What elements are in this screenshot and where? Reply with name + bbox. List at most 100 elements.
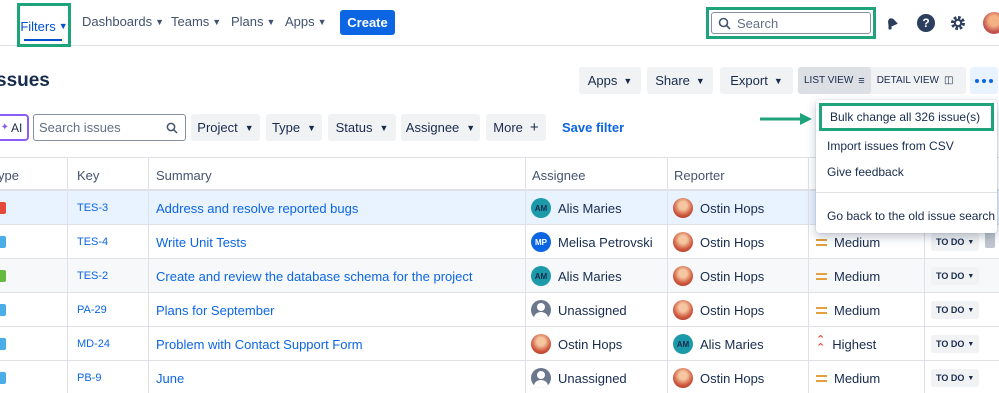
priority-cell: Medium (816, 259, 880, 293)
issue-type-icon (0, 304, 6, 316)
chevron-down-icon: ▼ (967, 306, 975, 314)
more-filters-button[interactable]: More + (486, 114, 546, 141)
issue-summary-link[interactable]: Plans for September (156, 303, 275, 318)
plus-icon: + (529, 119, 539, 136)
save-filter-link[interactable]: Save filter (562, 120, 624, 135)
issue-key-link[interactable]: TES-2 (77, 270, 108, 282)
detail-view-label: DETAIL VIEW (876, 75, 939, 86)
list-view-label: LIST VIEW (804, 75, 854, 86)
column-header-reporter[interactable]: Reporter (674, 168, 725, 183)
status-filter-label: Status (335, 120, 373, 135)
more-actions-menu: Bulk change all 326 issue(s) Import issu… (816, 100, 997, 233)
reporter-name: Ostin Hops (700, 370, 765, 386)
assignee-cell[interactable]: MP Melisa Petrovski (531, 225, 653, 259)
settings-gear-icon[interactable] (947, 12, 969, 34)
issue-type-icon (0, 372, 6, 384)
table-row[interactable]: PA-29 Plans for September Unassigned Ostin … (0, 293, 999, 327)
issue-key-link[interactable]: MD-24 (77, 338, 110, 350)
priority-cell: Medium (816, 361, 880, 393)
status-label: TO DO (936, 305, 965, 315)
global-search-highlight: Search (706, 7, 876, 39)
issue-search-input[interactable]: Search issues (33, 114, 186, 141)
assignee-cell[interactable]: AM Alis Maries (531, 191, 622, 225)
view-toggle: LIST VIEW ≡ DETAIL VIEW ◫ (798, 67, 966, 94)
create-button[interactable]: Create (340, 10, 395, 35)
search-placeholder: Search (737, 15, 779, 31)
share-button[interactable]: Share ▼ (647, 67, 713, 94)
status-dropdown[interactable]: TO DO ▼ (931, 335, 980, 353)
column-divider (525, 157, 526, 393)
type-cell (0, 259, 6, 293)
table-row[interactable]: TES-2 Create and review the database sche… (0, 259, 999, 293)
column-header-assignee[interactable]: Assignee (532, 168, 585, 183)
priority-medium-icon (816, 238, 827, 246)
help-icon[interactable]: ? (915, 12, 937, 34)
priority-label: Medium (834, 234, 881, 250)
assignee-cell[interactable]: Ostin Hops (531, 327, 622, 361)
apps-button[interactable]: Apps ▼ (579, 67, 641, 94)
profile-avatar[interactable] (983, 12, 999, 34)
export-button-label: Export (730, 73, 768, 88)
status-dropdown[interactable]: TO DO ▼ (931, 267, 980, 285)
priority-cell: ⌃ ⌃ Highest (816, 327, 876, 361)
nav-teams[interactable]: Teams ▼ (171, 14, 221, 29)
issue-summary-link[interactable]: Write Unit Tests (156, 235, 247, 250)
assignee-name: Ostin Hops (558, 336, 623, 352)
list-icon: ≡ (858, 74, 865, 87)
issue-key-link[interactable]: PA-29 (77, 304, 107, 316)
assignee-cell[interactable]: AM Alis Maries (531, 259, 622, 293)
priority-label: Highest (832, 336, 877, 352)
nav-dashboards[interactable]: Dashboards ▼ (82, 14, 164, 29)
detail-view-button[interactable]: DETAIL VIEW ◫ (871, 67, 960, 94)
chevron-down-icon: ▼ (967, 238, 975, 246)
assignee-cell[interactable]: Unassigned (531, 293, 627, 327)
status-cell: TO DO ▼ (931, 327, 980, 361)
reporter-cell: Ostin Hops (673, 225, 764, 259)
nav-apps[interactable]: Apps ▼ (285, 14, 327, 29)
nav-plans-label: Plans (231, 14, 264, 29)
ai-search-button[interactable]: ✦ AI (0, 114, 29, 141)
issue-summary-link[interactable]: June (156, 371, 184, 386)
menu-item-bulk-change[interactable]: Bulk change all 326 issue(s) (819, 103, 994, 131)
global-search-input[interactable]: Search (711, 12, 871, 34)
column-header-type[interactable]: ype (0, 168, 19, 183)
assignee-cell[interactable]: Unassigned (531, 361, 627, 393)
issue-summary-link[interactable]: Problem with Contact Support Form (156, 337, 363, 352)
export-button[interactable]: Export ▼ (720, 67, 793, 94)
menu-item-old-issue-search[interactable]: Go back to the old issue search (816, 203, 997, 229)
key-cell: TES-4 (77, 225, 108, 259)
table-row[interactable]: MD-24 Problem with Contact Support Form Os… (0, 327, 999, 361)
issue-summary-link[interactable]: Create and review the database schema fo… (156, 269, 473, 284)
more-actions-button[interactable] (970, 67, 998, 94)
status-dropdown[interactable]: TO DO ▼ (931, 369, 980, 387)
reporter-name: Ostin Hops (700, 234, 765, 250)
type-cell (0, 191, 6, 225)
chevron-down-icon: ▼ (773, 75, 783, 86)
summary-cell: Plans for September (156, 293, 275, 327)
issue-summary-link[interactable]: Address and resolve reported bugs (156, 201, 358, 216)
notification-bell-icon[interactable] (881, 12, 903, 34)
reporter-cell: Ostin Hops (673, 293, 764, 327)
menu-item-give-feedback[interactable]: Give feedback (816, 159, 997, 185)
issue-key-link[interactable]: PB-9 (77, 372, 101, 384)
list-view-button[interactable]: LIST VIEW ≡ (798, 67, 871, 94)
project-filter[interactable]: Project ▼ (191, 114, 260, 141)
column-header-key[interactable]: Key (77, 168, 99, 183)
issue-key-link[interactable]: TES-4 (77, 236, 108, 248)
chevron-down-icon: ▼ (466, 122, 476, 133)
column-divider (808, 157, 809, 393)
nav-plans[interactable]: Plans ▼ (231, 14, 275, 29)
menu-item-import-csv[interactable]: Import issues from CSV (816, 133, 997, 159)
type-filter[interactable]: Type ▼ (266, 114, 322, 141)
status-dropdown[interactable]: TO DO ▼ (931, 233, 980, 251)
assignee-filter[interactable]: Assignee ▼ (401, 114, 480, 141)
nav-filters[interactable]: Filters ▼ (17, 3, 71, 47)
status-filter[interactable]: Status ▼ (328, 114, 396, 141)
reporter-name: Alis Maries (700, 336, 764, 352)
chevron-down-icon: ▼ (967, 374, 975, 382)
status-dropdown[interactable]: TO DO ▼ (931, 301, 980, 319)
table-row[interactable]: PB-9 June Unassigned Ostin Hops Medium TO DO ▼ (0, 361, 999, 393)
issue-key-link[interactable]: TES-3 (77, 202, 108, 214)
type-cell (0, 361, 6, 393)
column-header-summary[interactable]: Summary (156, 168, 212, 183)
